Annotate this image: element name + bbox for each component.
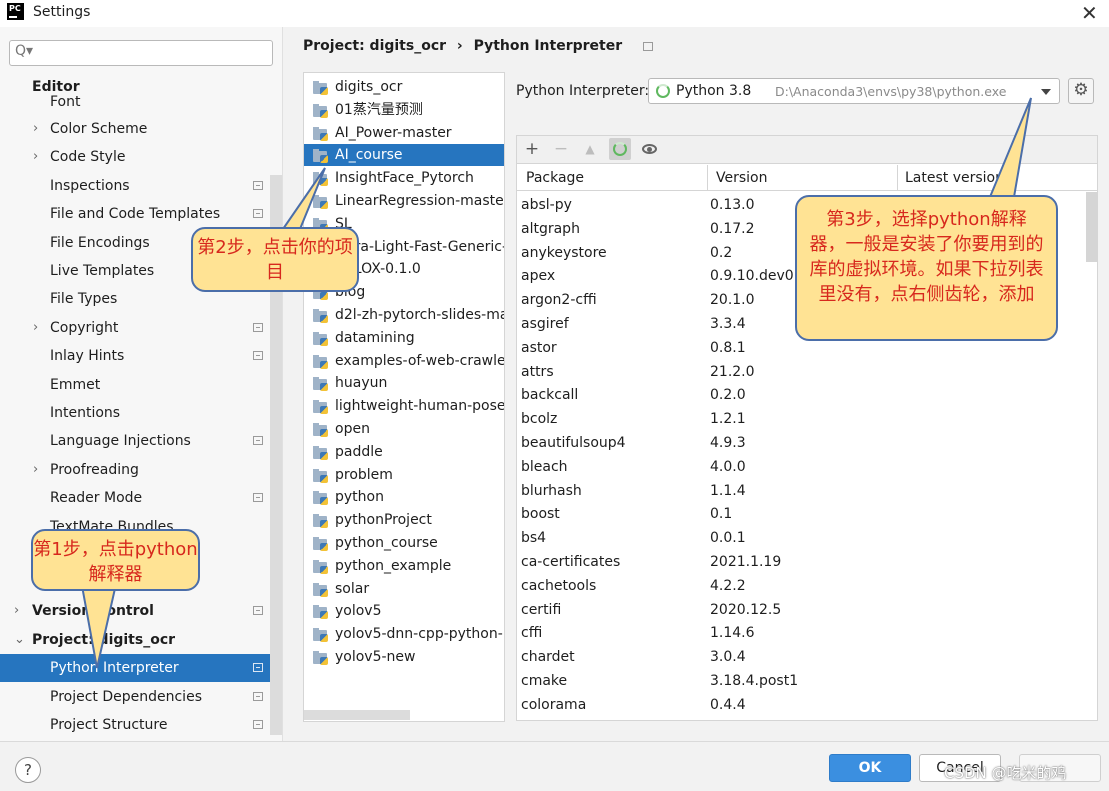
callout-step3-pointer [988, 97, 1032, 198]
callout-step2-text: 第2步，点击你的项目 [197, 237, 353, 283]
callout-pointers [70, 97, 1032, 669]
callout-step2-pointer [281, 167, 326, 230]
callout-step3: 第3步，选择python解释器，一般是安装了你要用到的库的虚拟环境。如果下拉列表… [795, 195, 1058, 341]
callout-step2: 第2步，点击你的项目 [191, 227, 359, 292]
callout-step3-text: 第3步，选择python解释器，一般是安装了你要用到的库的虚拟环境。如果下拉列表… [809, 209, 1044, 305]
callout-step1: 第1步，点击python解释器 [31, 529, 200, 591]
callout-step1-text: 第1步，点击python解释器 [33, 539, 198, 585]
